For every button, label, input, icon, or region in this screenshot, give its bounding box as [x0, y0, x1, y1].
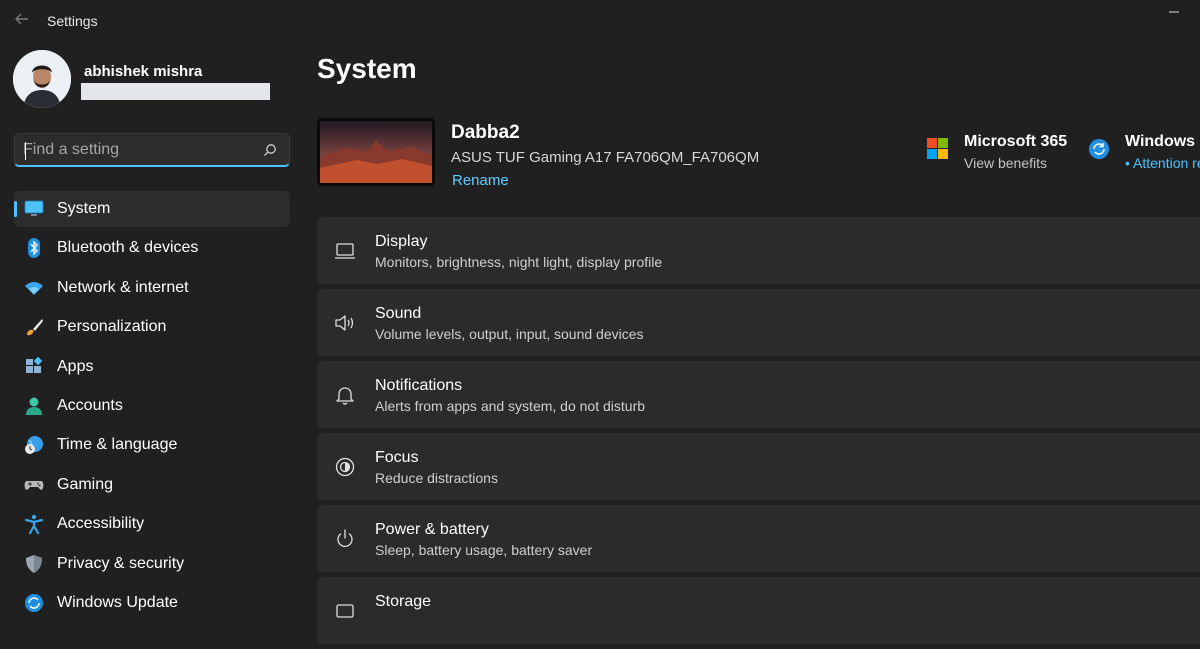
- minimize-icon: [1169, 11, 1179, 13]
- search-icon[interactable]: [263, 143, 277, 157]
- device-info: Dabba2 ASUS TUF Gaming A17 FA706QM_FA706…: [317, 118, 907, 190]
- person-icon: [26, 397, 42, 415]
- bluetooth-icon: [28, 238, 40, 259]
- card-subtitle: Sleep, battery usage, battery saver: [375, 542, 593, 558]
- search-input[interactable]: [23, 139, 253, 161]
- back-arrow-icon: [15, 13, 28, 25]
- app-title: Settings: [47, 13, 98, 29]
- sidebar-item-network[interactable]: Network & internet: [14, 270, 290, 306]
- card-title: Display: [375, 233, 428, 250]
- promo-title: Windows Update: [1125, 133, 1200, 150]
- sidebar-item-apps[interactable]: Apps: [14, 349, 290, 385]
- sidebar-item-label: System: [57, 200, 111, 217]
- card-title: Notifications: [375, 377, 463, 394]
- sidebar-item-label: Gaming: [57, 475, 114, 493]
- device-name: Dabba2: [451, 122, 520, 143]
- card-subtitle: Reduce distractions: [375, 470, 498, 486]
- sidebar-item-label: Accessibility: [57, 515, 145, 533]
- active-indicator: [14, 201, 17, 217]
- settings-list: Display Monitors, brightness, night ligh…: [317, 217, 1200, 649]
- user-avatar-icon: [13, 50, 71, 108]
- accessibility-icon: [24, 514, 44, 535]
- sidebar-item-gaming[interactable]: Gaming: [14, 467, 290, 503]
- laptop-icon: [335, 243, 355, 259]
- apps-icon: [26, 356, 43, 373]
- sidebar-item-time-language[interactable]: Time & language: [14, 427, 290, 463]
- settings-card-notifications[interactable]: Notifications Alerts from apps and syste…: [317, 361, 1200, 428]
- globe-clock-icon: [25, 436, 43, 455]
- sidebar-item-personalization[interactable]: Personalization: [14, 309, 290, 345]
- monitor-icon: [24, 200, 44, 216]
- promo-title: Microsoft 365: [964, 133, 1068, 150]
- settings-card-display[interactable]: Display Monitors, brightness, night ligh…: [317, 217, 1200, 284]
- card-title: Power & battery: [375, 521, 489, 538]
- settings-card-sound[interactable]: Sound Volume levels, output, input, soun…: [317, 289, 1200, 356]
- card-title: Sound: [375, 305, 422, 322]
- sidebar-item-system[interactable]: System: [14, 191, 290, 227]
- user-profile[interactable]: abhishek mishra: [13, 50, 293, 112]
- device-model: ASUS TUF Gaming A17 FA706QM_FA706QM: [451, 149, 760, 166]
- gamepad-icon: [24, 480, 44, 490]
- page-title: System: [317, 53, 417, 84]
- minimize-button[interactable]: [1168, 4, 1180, 14]
- bell-icon: [336, 387, 354, 405]
- user-name: abhishek mishra: [84, 63, 203, 80]
- sidebar-item-accounts[interactable]: Accounts: [14, 388, 290, 424]
- focus-icon: [335, 457, 355, 477]
- storage-icon: [336, 604, 354, 618]
- settings-card-focus[interactable]: Focus Reduce distractions: [317, 433, 1200, 500]
- sidebar-item-label: Bluetooth & devices: [57, 239, 199, 257]
- sidebar-item-label: Windows Update: [57, 593, 178, 611]
- sidebar-item-privacy-security[interactable]: Privacy & security: [14, 546, 290, 582]
- sidebar-item-bluetooth[interactable]: Bluetooth & devices: [14, 230, 290, 266]
- promo-subtitle: View benefits: [964, 155, 1048, 171]
- sidebar-item-label: Privacy & security: [57, 554, 185, 572]
- power-icon: [337, 529, 353, 548]
- wifi-icon: [25, 281, 43, 295]
- search-box[interactable]: [14, 133, 290, 167]
- card-title: Storage: [375, 593, 432, 610]
- sidebar-item-label: Network & internet: [57, 278, 189, 296]
- desktop-wallpaper-thumbnail[interactable]: [317, 118, 435, 186]
- settings-card-storage[interactable]: Storage: [317, 577, 1200, 644]
- rename-link[interactable]: Rename: [452, 172, 509, 189]
- text-caret: [25, 142, 26, 160]
- microsoft-365-promo[interactable]: Microsoft 365 View benefits: [927, 133, 1087, 177]
- microsoft-logo-icon: [927, 138, 948, 159]
- email-redacted: [81, 83, 270, 100]
- card-title: Focus: [375, 449, 419, 466]
- sidebar-nav: System Bluetooth & devices Network & int…: [14, 191, 290, 624]
- sidebar-item-label: Time & language: [57, 436, 178, 454]
- settings-card-power[interactable]: Power & battery Sleep, battery usage, ba…: [317, 505, 1200, 572]
- title-bar: Settings: [0, 0, 1200, 42]
- avatar: [13, 50, 71, 108]
- sidebar-item-label: Personalization: [57, 318, 167, 336]
- card-subtitle: Alerts from apps and system, do not dist…: [375, 398, 646, 414]
- promo-subtitle: • Attention required: [1125, 155, 1200, 171]
- speaker-icon: [335, 315, 354, 331]
- card-subtitle: Volume levels, output, input, sound devi…: [375, 326, 644, 342]
- back-button[interactable]: [12, 9, 32, 29]
- wallpaper-image: [320, 121, 432, 183]
- brush-icon: [27, 319, 43, 336]
- windows-update-promo[interactable]: Windows Update • Attention required: [1088, 133, 1200, 177]
- sidebar-item-label: Apps: [57, 357, 94, 375]
- sidebar-item-label: Accounts: [57, 396, 123, 414]
- sidebar-item-windows-update[interactable]: Windows Update: [14, 585, 290, 621]
- update-icon: [25, 593, 43, 612]
- shield-icon: [26, 554, 42, 573]
- sync-icon: [1089, 139, 1109, 159]
- card-subtitle: Monitors, brightness, night light, displ…: [375, 254, 663, 270]
- sidebar-item-accessibility[interactable]: Accessibility: [14, 506, 290, 542]
